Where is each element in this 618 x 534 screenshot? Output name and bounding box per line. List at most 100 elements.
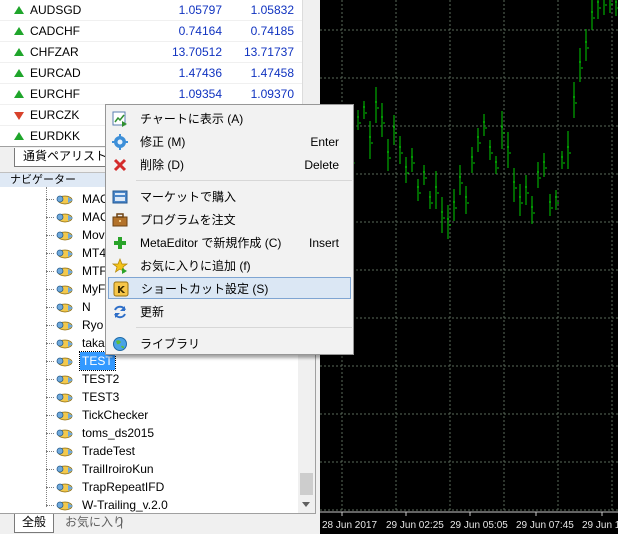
navigator-item-label: Ryo [82, 318, 104, 332]
menu-item-plus[interactable]: MetaEditor で新規作成 (C) Insert [108, 232, 351, 254]
arrow-up-icon [14, 90, 24, 98]
delete-x-icon [112, 157, 128, 173]
chart-canvas[interactable]: 28 Jun 2017 29 Jun 02:25 29 Jun 05:05 29 Ju… [320, 0, 618, 534]
menu-item-briefcase[interactable]: プログラムを注文 [108, 209, 351, 231]
symbol-name: EURDKK [30, 129, 81, 143]
menu-item-label: MetaEditor で新規作成 (C) [140, 236, 282, 250]
menu-item-globe[interactable]: ライブラリ [108, 333, 351, 355]
ask-price: 0.74185 [250, 24, 294, 38]
plus-icon [112, 235, 128, 251]
tab-separator: | [120, 515, 124, 529]
navigator-item-label: MyF [82, 282, 106, 296]
gear-icon [112, 134, 128, 150]
market-row[interactable]: AUDSGD 1.05797 1.05832 [0, 0, 302, 21]
market-row[interactable]: CADCHF 0.74164 0.74185 [0, 21, 302, 42]
tree-line [46, 361, 54, 362]
navigator-item-label: toms_ds2015 [82, 426, 155, 440]
menu-item-delete-x[interactable]: 削除 (D) Delete [108, 154, 351, 176]
svg-text:K: K [117, 285, 126, 296]
briefcase-icon [112, 212, 128, 228]
menu-item-label: お気に入りに追加 (f) [140, 259, 251, 273]
shortcut-key-icon: K [113, 281, 129, 297]
menu-item-label: ライブラリ [140, 337, 201, 351]
menu-item-label: ショートカット設定 (S) [141, 282, 269, 296]
tree-line [46, 289, 54, 290]
time-label: 29 Jun 05:05 [450, 520, 508, 531]
tree-line [46, 415, 54, 416]
symbol-name: EURCHF [30, 87, 80, 101]
price-chart[interactable]: 28 Jun 2017 29 Jun 02:25 29 Jun 05:05 29 Ju… [320, 0, 618, 534]
menu-item-star[interactable]: お気に入りに追加 (f) [108, 255, 351, 277]
menu-item-chart[interactable]: チャートに表示 (A) [108, 108, 351, 130]
bid-price: 13.70512 [171, 45, 222, 59]
ask-price: 13.71737 [243, 45, 294, 59]
time-label: 29 Jun 02:25 [386, 520, 444, 531]
expert-advisor-icon [56, 427, 74, 439]
menu-item-market[interactable]: マーケットで購入 [108, 186, 351, 208]
expert-advisor-icon [56, 409, 74, 421]
market-row[interactable]: EURCAD 1.47436 1.47458 [0, 63, 302, 84]
tree-line [46, 487, 54, 488]
arrow-up-icon [14, 48, 24, 56]
arrow-up-icon [14, 69, 24, 77]
navigator-item-label: TrailIroiroKun [82, 462, 154, 476]
expert-advisor-icon [56, 373, 74, 385]
expert-advisor-icon [56, 445, 74, 457]
symbol-name: EURCZK [30, 108, 80, 122]
navigator-item-label: TickChecker [82, 408, 149, 422]
navigator-item-label: Mov [82, 228, 105, 242]
navigator-item-label: W-Trailing_v.2.0 [82, 498, 168, 512]
tree-line [46, 343, 54, 344]
tree-line [46, 451, 54, 452]
expert-advisor-icon [56, 319, 74, 331]
navigator-title: ナビゲーター [10, 174, 76, 186]
arrow-up-icon [14, 132, 24, 140]
star-icon [111, 258, 129, 274]
menu-item-shortcut: Delete [304, 158, 339, 172]
arrow-down-icon [14, 112, 24, 120]
bid-price: 1.09354 [178, 87, 222, 101]
navigator-tabbar: 全般 お気に入り | [0, 513, 316, 534]
tab-general[interactable]: 全般 [14, 514, 55, 533]
menu-item-label: チャートに表示 (A) [140, 112, 244, 126]
navigator-item-label: TradeTest [82, 444, 135, 458]
expert-advisor-icon [56, 229, 74, 241]
navigator-item-label: taka [82, 336, 105, 350]
expert-advisor-icon [56, 265, 74, 277]
arrow-up-icon [14, 27, 24, 35]
tree-line [46, 505, 54, 506]
menu-item-label: プログラムを注文 [140, 213, 236, 227]
tree-line [46, 253, 54, 254]
menu-item-label: マーケットで購入 [140, 190, 237, 204]
ask-price: 1.05832 [250, 3, 294, 17]
tree-line [46, 469, 54, 470]
chart-icon [112, 111, 128, 127]
navigator-item-label: TEST3 [82, 390, 120, 404]
market-row[interactable]: CHFZAR 13.70512 13.71737 [0, 42, 302, 63]
globe-icon [112, 336, 128, 352]
scrollbar-thumb[interactable] [300, 473, 313, 495]
symbol-name: CHFZAR [30, 45, 79, 59]
navigator-item-label: MT4 [82, 246, 106, 260]
expert-advisor-icon [56, 463, 74, 475]
menu-item-shortcut: Insert [308, 236, 339, 250]
bid-price: 1.47436 [178, 66, 222, 80]
terminal-window: AUDSGD 1.05797 1.05832 CADCHF 0.74164 0.74185… [0, 0, 618, 534]
menu-item-gear[interactable]: 修正 (M) Enter [108, 131, 351, 153]
ask-price: 1.09370 [250, 87, 294, 101]
menu-item-refresh[interactable]: 更新 [108, 301, 351, 323]
symbol-name: CADCHF [30, 24, 80, 38]
context-menu: チャートに表示 (A) 修正 (M) Enter 削除 (D) Delete マーケットで… [105, 104, 354, 355]
navigator-item-label: N [82, 300, 91, 314]
expert-advisor-icon [56, 211, 74, 223]
menu-separator [136, 180, 352, 181]
expert-advisor-icon [56, 301, 74, 313]
scroll-down-arrow-icon[interactable] [302, 502, 310, 507]
menu-item-shortcut: Enter [310, 135, 339, 149]
tab-symbol-list[interactable]: 通貨ペアリスト [14, 148, 117, 167]
time-label: 29 Jun 10 [582, 520, 618, 531]
market-row[interactable]: EURCHF 1.09354 1.09370 [0, 84, 302, 105]
menu-item-shortcut-key[interactable]: K ショートカット設定 (S) [108, 277, 351, 299]
tree-line [46, 433, 54, 434]
expert-advisor-icon [56, 355, 74, 367]
